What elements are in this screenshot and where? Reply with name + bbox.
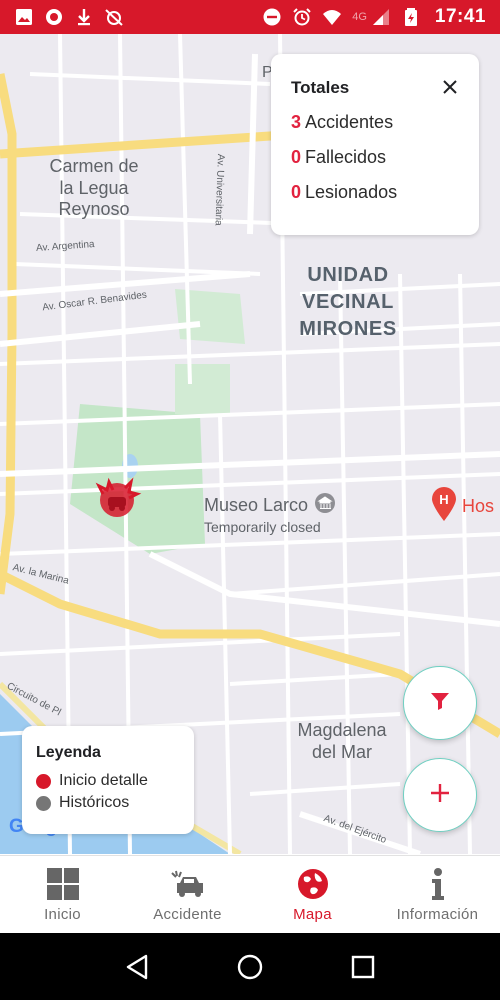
nav-label: Mapa xyxy=(293,906,332,923)
filter-icon xyxy=(428,689,452,718)
totals-row-lesionados: 0 Lesionados xyxy=(291,182,459,203)
totals-row-accidentes: 3 Accidentes xyxy=(291,112,459,133)
museum-status: Temporarily closed xyxy=(204,519,321,535)
app-screen: 4G 17:41 Carmen de la Legua Reynoso Magd… xyxy=(0,0,500,1000)
do-not-disturb-icon xyxy=(262,7,282,27)
status-left-icons xyxy=(14,7,124,27)
car-crash-icon xyxy=(170,866,206,902)
status-bar: 4G 17:41 xyxy=(0,0,500,34)
totals-label: Lesionados xyxy=(305,182,398,202)
nav-item-informacion[interactable]: Información xyxy=(375,856,500,933)
totals-row-fallecidos: 0 Fallecidos xyxy=(291,147,459,168)
district-label: UNIDAD VECINAL MIRONES xyxy=(299,264,397,340)
signal-icon xyxy=(371,7,391,27)
legend-label: Inicio detalle xyxy=(59,772,148,789)
legend-item-inicio: Inicio detalle xyxy=(36,772,180,790)
close-icon[interactable] xyxy=(439,76,461,98)
grid-icon xyxy=(45,866,81,902)
legend-card: Leyenda Inicio detalle Históricos xyxy=(22,726,194,834)
poi-museo-larco[interactable]: Museo Larco Temporarily closed xyxy=(184,492,336,535)
nav-label: Información xyxy=(396,906,479,923)
totals-label: Accidentes xyxy=(305,112,394,132)
park-area xyxy=(175,289,245,344)
home-icon[interactable] xyxy=(230,947,270,987)
park-area xyxy=(175,364,230,414)
totals-count: 3 xyxy=(291,112,302,132)
network-type: 4G xyxy=(352,11,367,23)
museum-icon xyxy=(314,492,336,519)
bottom-nav: Inicio Accidente Mapa Información xyxy=(0,855,500,933)
status-time: 17:41 xyxy=(434,6,486,27)
battery-icon xyxy=(401,7,421,27)
totals-count: 0 xyxy=(291,182,302,202)
globe-icon xyxy=(295,866,331,902)
poi-hospital[interactable]: H Hos xyxy=(430,486,494,527)
nav-item-mapa[interactable]: Mapa xyxy=(250,856,375,933)
totals-count: 0 xyxy=(291,147,302,167)
info-icon xyxy=(420,866,456,902)
place-label-carmen: Carmen de la Legua Reynoso xyxy=(49,156,139,220)
totals-label: Fallecidos xyxy=(305,147,387,167)
wifi-icon xyxy=(322,7,342,27)
hospital-icon: H xyxy=(430,486,458,527)
back-icon[interactable] xyxy=(117,947,157,987)
nav-item-inicio[interactable]: Inicio xyxy=(0,856,125,933)
recents-icon[interactable] xyxy=(343,947,383,987)
record-icon xyxy=(44,7,64,27)
filter-button[interactable] xyxy=(403,666,477,740)
plus-icon xyxy=(428,781,452,810)
nav-label: Inicio xyxy=(44,906,81,923)
place-label-magdalena: Magdalena del Mar xyxy=(297,720,387,762)
image-icon xyxy=(14,7,34,27)
totals-card: Totales 3 Accidentes 0 Fallecidos 0 Lesiona… xyxy=(271,54,479,235)
legend-dot-red xyxy=(36,773,51,789)
hospital-name: Hos xyxy=(462,496,495,516)
legend-title: Leyenda xyxy=(36,744,101,761)
add-button[interactable] xyxy=(403,758,477,832)
museum-name: Museo Larco xyxy=(204,495,309,515)
alarm-icon xyxy=(292,7,312,27)
pin-small-icon xyxy=(184,492,200,508)
svg-text:H: H xyxy=(439,492,448,507)
nav-item-accidente[interactable]: Accidente xyxy=(125,856,250,933)
download-icon xyxy=(74,7,94,27)
nav-label: Accidente xyxy=(153,906,222,923)
totals-title: Totales xyxy=(291,78,350,97)
legend-dot-gray xyxy=(36,795,51,811)
legend-label: Históricos xyxy=(59,794,130,811)
system-nav-bar xyxy=(0,933,500,1000)
alarm-off-icon xyxy=(104,7,124,27)
legend-item-historicos: Históricos xyxy=(36,794,180,812)
status-right-icons: 4G 17:41 xyxy=(262,6,486,28)
